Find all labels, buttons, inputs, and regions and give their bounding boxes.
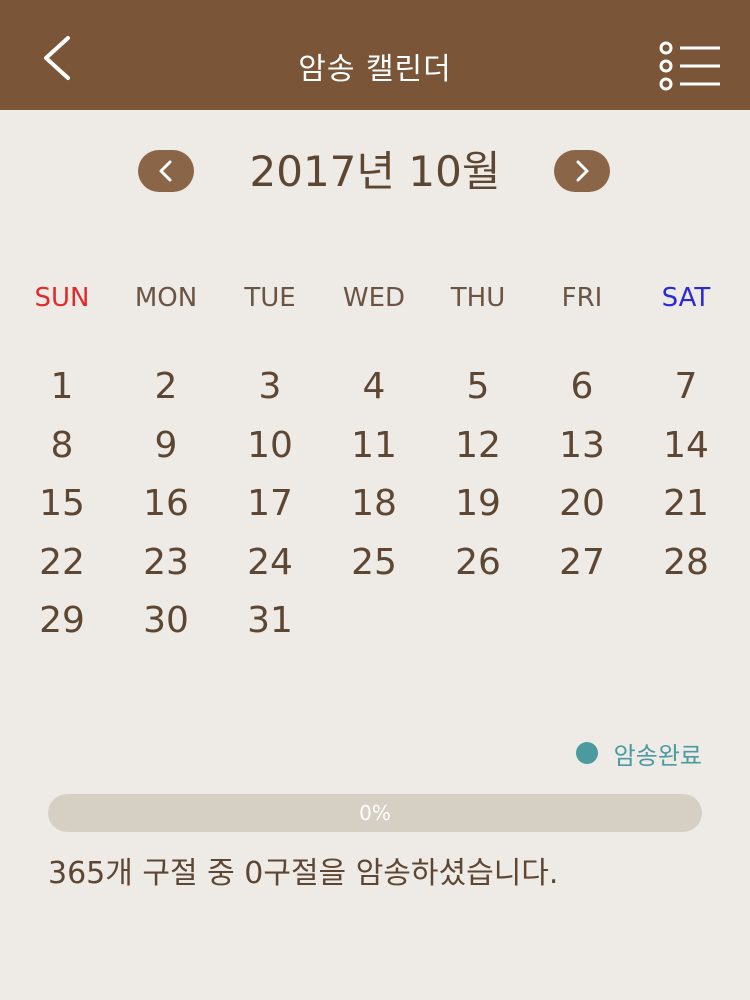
progress-bar: 0% xyxy=(48,794,702,832)
calendar-day[interactable]: 22 xyxy=(10,534,114,593)
legend-label: 암송완료 xyxy=(613,741,702,770)
calendar-day[interactable]: 14 xyxy=(634,417,738,476)
memorization-summary: 365개 구절 중 0구절을 암송하셨습니다. xyxy=(48,856,559,891)
app-header: 암송 캘린더 xyxy=(0,0,750,110)
calendar-day[interactable]: 10 xyxy=(218,417,322,476)
weekday-label: WED xyxy=(342,283,406,313)
calendar-day[interactable]: 27 xyxy=(530,534,634,593)
menu-button[interactable] xyxy=(658,40,722,92)
list-menu-icon xyxy=(659,41,720,91)
calendar-day[interactable]: 5 xyxy=(426,358,530,417)
calendar-day[interactable]: 26 xyxy=(426,534,530,593)
calendar-day[interactable]: 7 xyxy=(634,358,738,417)
calendar-day[interactable]: 11 xyxy=(322,417,426,476)
chevron-left-icon xyxy=(159,160,172,182)
calendar-day[interactable]: 8 xyxy=(10,417,114,476)
progress-label: 0% xyxy=(359,801,391,825)
calendar-day[interactable]: 16 xyxy=(114,475,218,534)
legend: 암송완료 xyxy=(575,736,702,770)
calendar-day[interactable]: 2 xyxy=(114,358,218,417)
calendar-day[interactable]: 6 xyxy=(530,358,634,417)
weekday-label: SAT xyxy=(661,283,711,313)
calendar-day[interactable]: 18 xyxy=(322,475,426,534)
weekday-header: SUN MON TUE WED THU FRI SAT xyxy=(10,278,738,318)
page-title: 암송 캘린더 xyxy=(298,52,452,87)
calendar-day[interactable]: 3 xyxy=(218,358,322,417)
calendar-day[interactable]: 23 xyxy=(114,534,218,593)
chevron-right-icon xyxy=(576,160,589,182)
calendar-day[interactable]: 24 xyxy=(218,534,322,593)
calendar-days-grid: 1 2 3 4 5 6 7 8 9 10 11 12 13 14 15 16 17 18 19 20 21 22 23 24 2… xyxy=(10,358,738,651)
calendar-day[interactable]: 20 xyxy=(530,475,634,534)
weekday-label: TUE xyxy=(244,283,296,313)
month-navigation: 2017년 10월 xyxy=(0,142,750,206)
calendar-day[interactable]: 4 xyxy=(322,358,426,417)
calendar-day[interactable]: 13 xyxy=(530,417,634,476)
calendar-day[interactable]: 15 xyxy=(10,475,114,534)
calendar-day[interactable]: 9 xyxy=(114,417,218,476)
calendar-day[interactable]: 17 xyxy=(218,475,322,534)
calendar-day[interactable]: 31 xyxy=(218,592,322,651)
weekday-label: SUN xyxy=(34,283,90,313)
calendar-day[interactable]: 12 xyxy=(426,417,530,476)
calendar-day[interactable]: 29 xyxy=(10,592,114,651)
calendar-day[interactable]: 21 xyxy=(634,475,738,534)
month-label: 2017년 10월 xyxy=(249,147,501,196)
legend-dot-icon xyxy=(575,742,598,764)
weekday-label: MON xyxy=(134,283,198,313)
calendar-day[interactable]: 28 xyxy=(634,534,738,593)
calendar-day[interactable]: 25 xyxy=(322,534,426,593)
weekday-label: THU xyxy=(450,283,506,313)
calendar-day[interactable]: 19 xyxy=(426,475,530,534)
calendar-day[interactable]: 1 xyxy=(10,358,114,417)
calendar-day[interactable]: 30 xyxy=(114,592,218,651)
weekday-label: FRI xyxy=(561,283,603,313)
next-month-button[interactable] xyxy=(554,150,610,192)
prev-month-button[interactable] xyxy=(138,150,194,192)
